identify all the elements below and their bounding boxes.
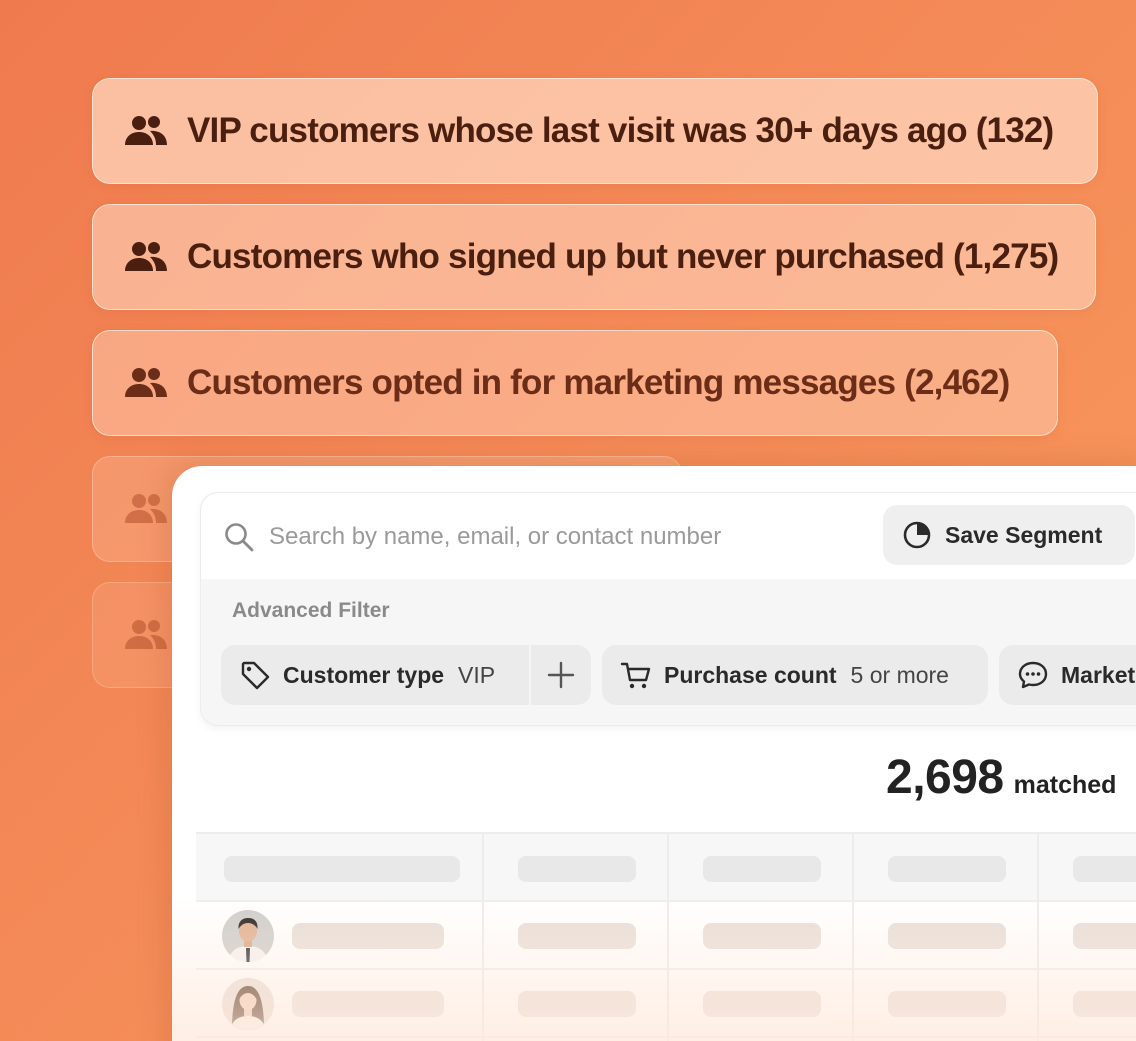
placeholder-bar [292,923,444,949]
avatar [222,910,274,962]
placeholder-bar [1073,856,1136,882]
filter-key: Market [1061,661,1136,688]
filter-value: 5 or more [850,661,949,688]
avatar [222,978,274,1030]
search-bar: Save Segment [201,493,1136,579]
placeholder-bar [518,923,636,949]
people-icon [125,494,167,523]
cart-icon [620,662,651,689]
add-filter-button[interactable] [531,645,591,705]
placeholder-bar [703,923,821,949]
matched-label: matched [1013,771,1117,799]
placeholder-bar [518,991,636,1017]
table-row[interactable] [196,902,1136,970]
placeholder-bar [1073,991,1136,1017]
search-input[interactable] [269,517,869,557]
pie-chart-icon [903,521,931,549]
filter-card: Save Segment Advanced Filter Customer ty… [200,492,1136,726]
column-divider [667,834,669,1041]
people-icon [125,368,167,397]
matched-number: 2,698 [886,751,1004,804]
save-segment-button[interactable]: Save Segment [883,505,1135,565]
people-icon [125,620,167,649]
chat-icon [1018,661,1048,689]
segment-card-never-purchased[interactable]: Customers who signed up but never purcha… [92,204,1096,310]
segment-card-vip-inactive[interactable]: VIP customers whose last visit was 30+ d… [92,78,1098,184]
table-header-row [196,834,1136,902]
customer-table [196,832,1136,1041]
placeholder-bar [224,856,460,882]
placeholder-bar [888,856,1006,882]
people-icon [125,116,167,145]
placeholder-bar [888,923,1006,949]
column-divider [852,834,854,1041]
advanced-filter-label: Advanced Filter [232,599,390,622]
filter-chip-purchase-count[interactable]: Purchase count 5 or more [602,645,988,705]
placeholder-bar [1073,923,1136,949]
filter-value: VIP [458,661,496,688]
placeholder-bar [888,991,1006,1017]
plus-icon [547,661,575,689]
filter-key: Purchase count [664,661,837,688]
filter-chip-customer-type[interactable]: Customer type VIP [221,645,529,705]
matched-count: 2,698 matched [886,750,1116,805]
column-divider [1037,834,1039,1041]
filter-chip-marketing[interactable]: Market [999,645,1136,705]
placeholder-bar [292,991,444,1017]
placeholder-bar [703,856,821,882]
customer-panel: Save Segment Advanced Filter Customer ty… [172,466,1136,1041]
search-icon [225,523,254,552]
segment-label: Customers opted in for marketing message… [187,363,1010,402]
placeholder-bar [703,991,821,1017]
table-row[interactable] [196,970,1136,1038]
tag-icon [241,661,270,690]
segment-label: Customers who signed up but never purcha… [187,237,1059,276]
column-divider [482,834,484,1041]
people-icon [125,242,167,271]
placeholder-bar [518,856,636,882]
save-segment-label: Save Segment [945,521,1103,548]
segment-card-marketing-opt-in[interactable]: Customers opted in for marketing message… [92,330,1058,436]
segment-label: VIP customers whose last visit was 30+ d… [187,111,1054,150]
filter-key: Customer type [283,661,445,688]
